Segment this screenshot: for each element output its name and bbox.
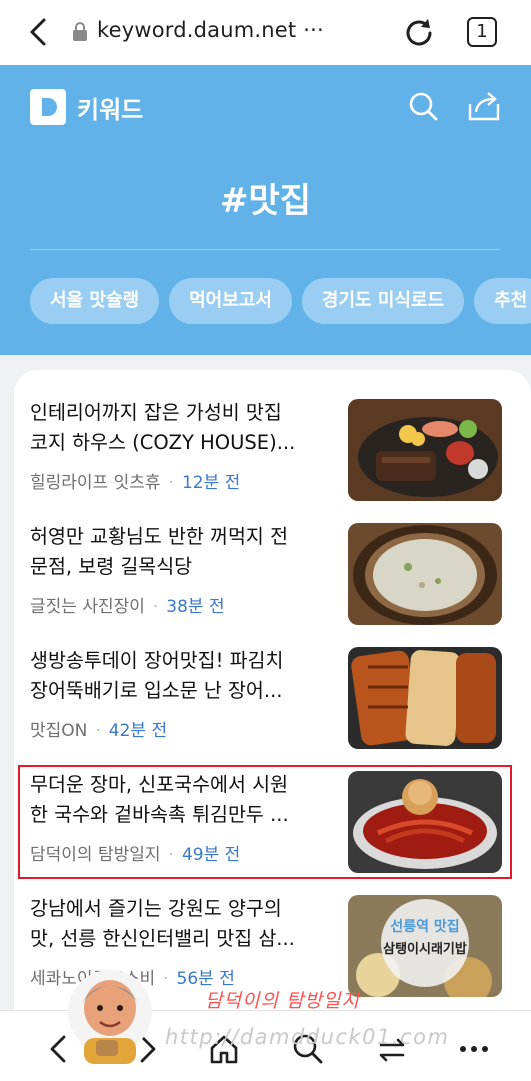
article-time: 42분 전	[108, 721, 168, 741]
chip-recommend[interactable]: 추천	[474, 278, 531, 324]
list-item[interactable]: 생방송투데이 장어맛집! 파김치 장어뚝배기로 입소문 난 장어... 맛집ON ·…	[14, 618, 531, 749]
chip-food-report[interactable]: 먹어보고서	[169, 278, 292, 324]
browser-toolbar: keyword.daum.net ··· 1	[0, 0, 531, 65]
article-meta: 힐링라이프 잇츠휴 · 12분 전	[30, 473, 241, 493]
back-arrow-icon[interactable]	[24, 16, 56, 48]
article-title: 강남에서 즐기는 강원도 양구의 맛, 선릉 한신인터밸리 맛집 삼...	[30, 897, 295, 950]
keyword-title: #맛집	[219, 181, 312, 221]
related-keyword-chips: 서울 맛슐랭 먹어보고서 경기도 미식로드 추천	[30, 278, 531, 328]
thumbnail-caption-1: 선릉역 맛집	[390, 918, 459, 935]
keyword-header: 키워드 #맛집 서울 맛슐랭 먹어보고서 경기도 미식로드 추천	[0, 65, 531, 355]
lock-icon	[73, 22, 87, 41]
list-item[interactable]: 허영만 교황님도 반한 꺼먹지 전 문점, 보령 길목식당 글짓는 사진장이 · 38…	[14, 494, 531, 625]
article-thumbnail[interactable]: 선릉역 맛집삼탱이시래기밥	[348, 895, 502, 997]
search-icon[interactable]	[407, 90, 439, 122]
article-source: 맛집ON	[30, 721, 88, 741]
header-divider	[30, 249, 500, 250]
reload-icon[interactable]	[402, 16, 436, 50]
watermark-title: 담덕이의 탐방일지	[205, 990, 360, 1012]
tab-count-button[interactable]: 1	[467, 17, 497, 47]
watermark-url: http://damdduck01.com	[165, 1025, 450, 1049]
more-menu-icon[interactable]	[458, 1033, 490, 1065]
article-source: 글짓는 사진장이	[30, 597, 145, 617]
article-title: 인테리어까지 잡은 가성비 맛집 코지 하우스 (COZY HOUSE)...	[30, 401, 296, 454]
article-meta: 맛집ON · 42분 전	[30, 721, 168, 741]
article-time: 38분 전	[166, 597, 225, 617]
list-item[interactable]: 인테리어까지 잡은 가성비 맛집 코지 하우스 (COZY HOUSE)... 힐…	[14, 370, 531, 501]
highlight-box	[18, 765, 512, 879]
thumbnail-caption-2: 삼탱이시래기밥	[383, 941, 467, 957]
article-source: 힐링라이프 잇츠휴	[30, 473, 161, 493]
article-time: 12분 전	[181, 473, 241, 493]
url-text: keyword.daum.net	[97, 18, 297, 42]
article-title: 허영만 교황님도 반한 꺼먹지 전 문점, 보령 길목식당	[30, 525, 289, 578]
daum-logo-icon[interactable]	[30, 89, 66, 125]
chip-gyeonggi-road[interactable]: 경기도 미식로드	[301, 278, 465, 324]
avatar	[68, 970, 152, 1064]
article-title: 생방송투데이 장어맛집! 파김치 장어뚝배기로 입소문 난 장어...	[30, 649, 284, 702]
url-overflow: ···	[303, 18, 324, 42]
article-list: 인테리어까지 잡은 가성비 맛집 코지 하우스 (COZY HOUSE)... 힐…	[14, 370, 531, 1010]
article-thumbnail[interactable]	[348, 647, 502, 749]
chip-seoul-michelin[interactable]: 서울 맛슐랭	[30, 278, 160, 324]
brand-title[interactable]: 키워드	[77, 90, 143, 125]
article-thumbnail[interactable]	[348, 523, 502, 625]
share-icon[interactable]	[467, 90, 501, 122]
address-bar[interactable]: keyword.daum.net ···	[97, 18, 324, 42]
article-thumbnail[interactable]	[348, 399, 502, 501]
article-meta: 글짓는 사진장이 · 38분 전	[30, 597, 225, 617]
